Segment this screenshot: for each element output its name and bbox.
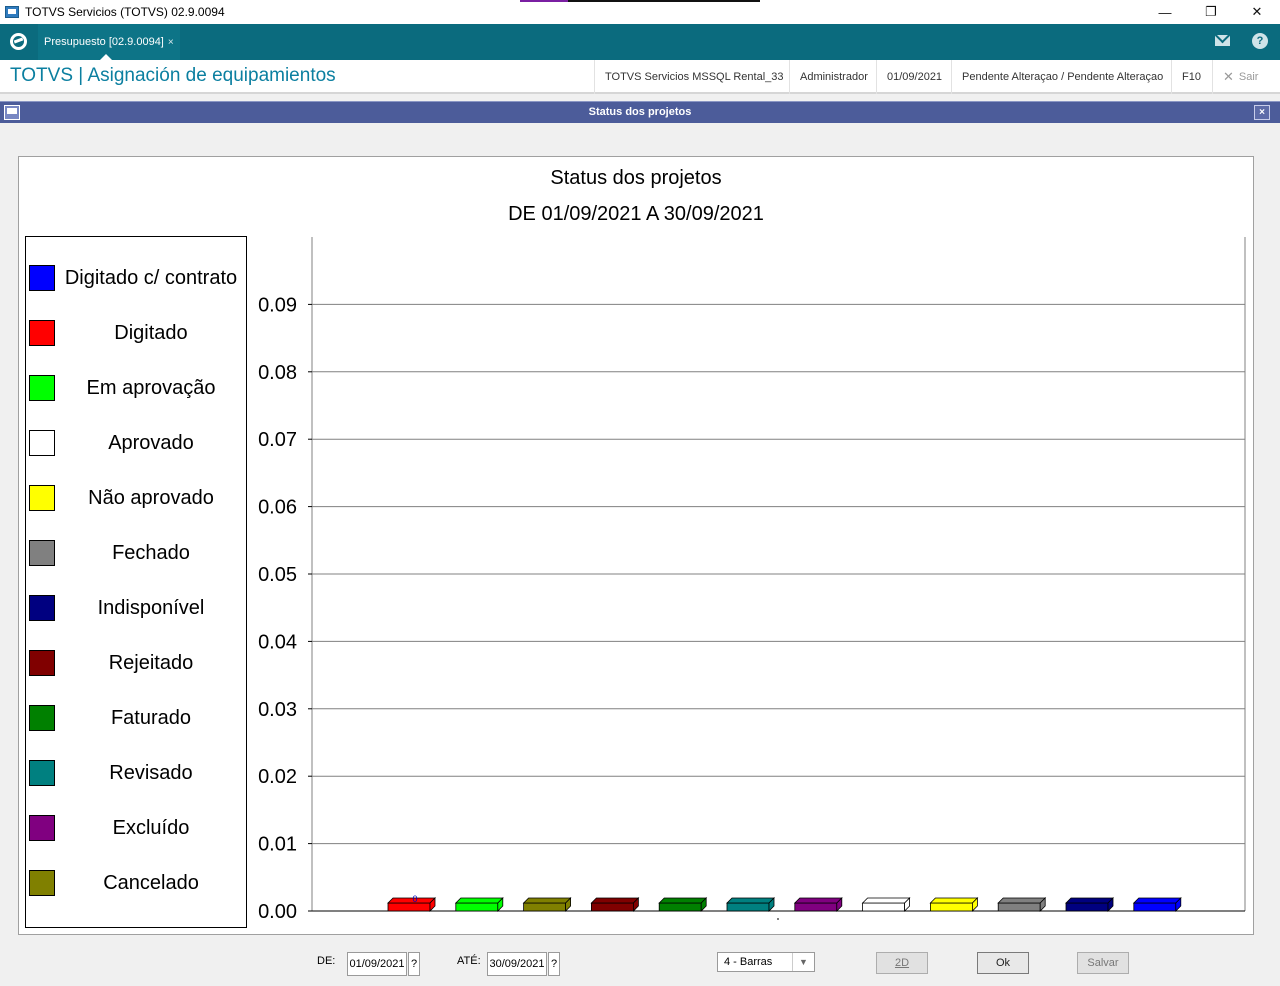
y-tick-label: 0.03 <box>258 699 297 721</box>
from-label: DE: <box>317 955 336 967</box>
y-tick-label: 0.08 <box>258 362 297 384</box>
bar <box>930 902 973 912</box>
bar <box>591 902 634 912</box>
bar <box>523 902 566 912</box>
chevron-down-icon[interactable]: ▼ <box>792 953 814 971</box>
y-tick-label: 0.00 <box>258 901 297 923</box>
y-tick-label: 0.02 <box>258 766 297 788</box>
bar <box>726 902 770 912</box>
ok-button[interactable]: Ok <box>977 952 1029 974</box>
y-tick-label: 0.09 <box>258 294 297 316</box>
bar <box>997 902 1041 912</box>
bar <box>794 902 838 912</box>
bar-data-label: 0 <box>412 894 417 904</box>
to-label: ATÉ: <box>457 955 481 967</box>
bar <box>387 902 431 912</box>
bar-top-face <box>1065 897 1114 904</box>
bar-top-face <box>658 897 708 904</box>
controls-bar: DE: 01/09/2021 ? ATÉ: 30/09/2021 ? 4 - B… <box>0 945 1280 986</box>
save-button[interactable]: Salvar <box>1077 952 1129 974</box>
chart-plot-area: 0.00 0.01 0.02 0.03 0.04 0.05 0.06 0.07 0.08 0.09… <box>258 237 1246 923</box>
y-tick-label: 0.06 <box>258 497 297 519</box>
bar <box>1133 902 1177 912</box>
bar-top-face <box>590 897 640 904</box>
bar <box>455 902 499 912</box>
bar <box>1065 902 1109 912</box>
toggle-2d-button[interactable]: 2D <box>876 952 928 974</box>
toggle-2d-label: 2D <box>894 957 910 969</box>
chart-type-value: 4 - Barras <box>724 956 773 968</box>
bar <box>658 902 702 912</box>
bar-top-face <box>726 897 775 904</box>
bar-top-face <box>1132 897 1182 904</box>
bar <box>862 902 905 912</box>
bar-top-face <box>793 897 843 904</box>
to-date-input[interactable]: 30/09/2021 <box>487 952 547 976</box>
y-tick-label: 0.04 <box>258 631 297 653</box>
bar-top-face <box>997 897 1047 904</box>
bar-top-face <box>522 897 572 904</box>
y-tick-label: 0.01 <box>258 834 297 856</box>
bar-top-face <box>861 897 911 904</box>
bar-top-face <box>929 897 979 904</box>
chart-type-select[interactable]: 4 - Barras ▼ <box>717 952 815 972</box>
from-date-input[interactable]: 01/09/2021 <box>347 952 407 976</box>
to-date-lookup-button[interactable]: ? <box>548 952 560 976</box>
from-date-lookup-button[interactable]: ? <box>408 952 420 976</box>
bar-top-face <box>454 897 504 904</box>
y-tick-label: 0.05 <box>258 564 297 586</box>
y-tick-label: 0.07 <box>258 429 297 451</box>
